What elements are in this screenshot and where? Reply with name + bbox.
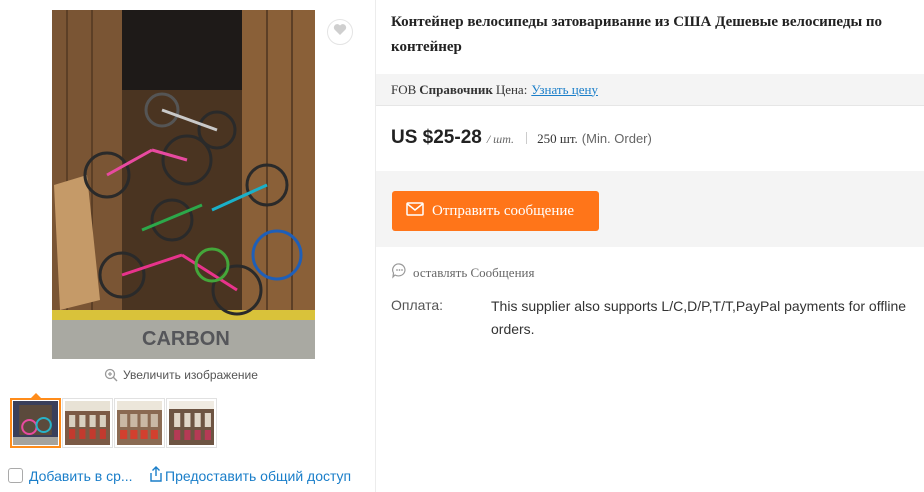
get-price-link[interactable]: Узнать цену bbox=[531, 82, 598, 98]
price-separator bbox=[526, 132, 528, 144]
payment-text: This supplier also supports L/C,D/P,T/T,… bbox=[491, 298, 907, 337]
send-message-button[interactable]: Отправить сообщение bbox=[392, 191, 599, 231]
gallery-actions: Добавить в ср... Предоставить общий дост… bbox=[8, 466, 373, 485]
add-to-compare-label: Добавить в ср... bbox=[29, 467, 133, 484]
min-order-note: (Min. Order) bbox=[581, 131, 652, 146]
leave-message-link[interactable]: оставлять Сообщения bbox=[391, 262, 534, 283]
thumbnail-strip bbox=[10, 393, 217, 448]
main-product-image[interactable]: CARBON bbox=[52, 10, 315, 359]
zoom-image-link[interactable]: Увеличить изображение bbox=[104, 367, 258, 383]
product-title: Контейнер велосипеды затоваривание из СШ… bbox=[391, 14, 883, 55]
compare-checkbox[interactable] bbox=[8, 468, 23, 483]
thumb-bikes-rack-1[interactable] bbox=[62, 398, 113, 448]
svg-text:CARBON: CARBON bbox=[142, 328, 230, 350]
product-info: Контейнер велосипеды затоваривание из СШ… bbox=[376, 0, 924, 492]
share-link[interactable]: Предоставить общий доступ bbox=[148, 466, 351, 485]
send-message-label: Отправить сообщение bbox=[432, 202, 575, 219]
reference-label: Справочник bbox=[419, 81, 493, 97]
envelope-icon bbox=[406, 201, 432, 221]
share-label: Предоставить общий доступ bbox=[165, 467, 352, 484]
fob-label: FOB bbox=[391, 81, 417, 97]
price-word: Цена: bbox=[495, 81, 528, 97]
price-row: US $25-28 / шт. 250 шт. (Min. Order) bbox=[391, 127, 652, 149]
share-icon bbox=[148, 466, 165, 485]
payment-label: Оплата: bbox=[391, 297, 444, 313]
min-order-qty: 250 шт. bbox=[537, 131, 578, 146]
contact-band: Отправить сообщение bbox=[376, 171, 924, 247]
add-to-compare[interactable]: Добавить в ср... bbox=[8, 468, 138, 484]
thumb-bikes-rack-3[interactable] bbox=[166, 398, 217, 448]
zoom-label: Увеличить изображение bbox=[123, 368, 258, 382]
thumb-bikes-rack-2[interactable] bbox=[114, 398, 165, 448]
reference-price-band: FOB Справочник Цена: Узнать цену bbox=[376, 74, 924, 106]
thumb-bikes-container[interactable] bbox=[10, 393, 61, 448]
favorite-button[interactable] bbox=[327, 19, 353, 45]
price-value: US $25-28 bbox=[391, 127, 482, 148]
product-gallery: CARBON Увеличить изображение Добавить в … bbox=[0, 0, 375, 492]
chat-bubble-icon bbox=[391, 262, 413, 283]
heart-icon bbox=[333, 23, 347, 41]
leave-message-label: оставлять Сообщения bbox=[413, 264, 535, 280]
price-unit: / шт. bbox=[486, 132, 515, 146]
zoom-in-icon bbox=[104, 368, 118, 382]
